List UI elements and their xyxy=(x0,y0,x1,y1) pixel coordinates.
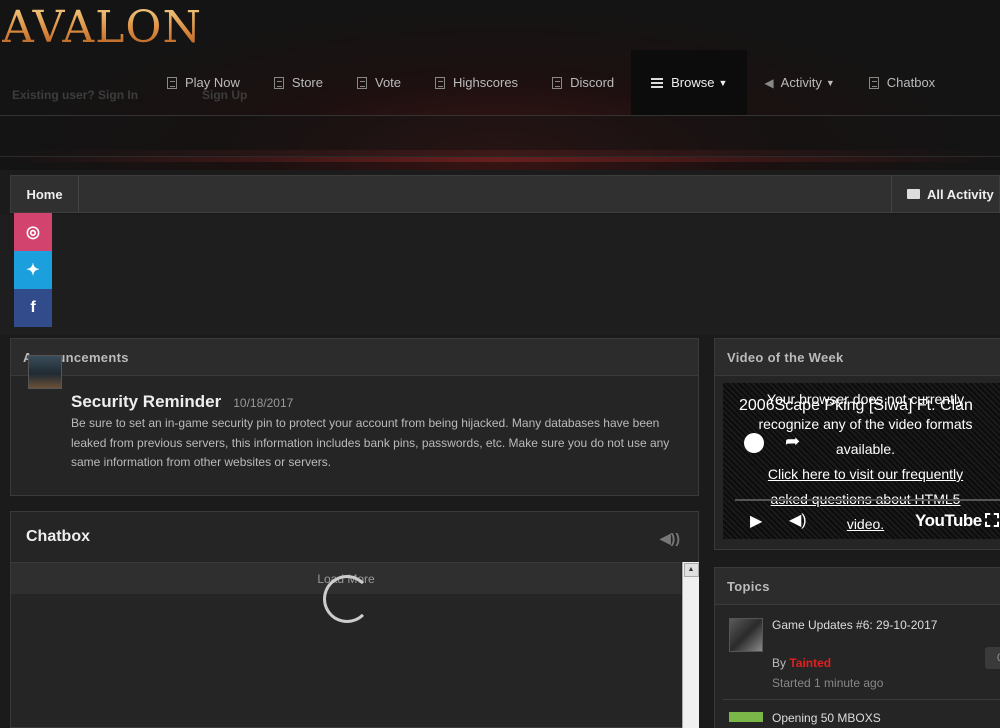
sound-icon[interactable]: ◀)) xyxy=(660,530,680,547)
instagram-icon: ◎ xyxy=(26,224,40,241)
chatbox-panel: Chatbox ◀)) Load More ▲ xyxy=(10,511,699,728)
sign-in-link[interactable]: Existing user? Sign In xyxy=(12,88,138,102)
document-icon xyxy=(435,76,446,89)
chatbox-heading: Chatbox ◀)) xyxy=(11,512,698,562)
panel-heading: Announcements xyxy=(11,339,698,376)
announcement-text: Be sure to set an in-game security pin t… xyxy=(71,416,670,469)
avatar[interactable] xyxy=(729,712,763,722)
nav-vote[interactable]: Vote xyxy=(340,50,418,115)
topic-title[interactable]: Game Updates #6: 29-10-2017 xyxy=(772,615,942,635)
breadcrumb-home[interactable]: Home xyxy=(11,176,79,212)
site-logo[interactable]: AVALON xyxy=(2,2,202,53)
all-activity-link[interactable]: All Activity xyxy=(891,176,1000,212)
topic-title[interactable]: Opening 50 MBOXS xyxy=(772,711,881,725)
caret-down-icon: ▼ xyxy=(718,77,728,88)
list-item: Game Updates #6: 29-10-2017 By Tainted S… xyxy=(723,605,1000,700)
nav-label: Highscores xyxy=(453,75,519,90)
instagram-button[interactable]: ◎ xyxy=(14,213,52,251)
nav-label: Store xyxy=(291,75,323,90)
nav-label: Activity xyxy=(780,75,822,90)
breadcrumb: Home All Activity xyxy=(10,175,1000,213)
topic-author-line: By Tainted xyxy=(772,656,831,670)
nav-activity[interactable]: ◀ Activity ▼ xyxy=(747,50,851,115)
topic-started: Started 1 minute ago xyxy=(772,676,884,690)
video-player[interactable]: 2006Scape Pking [Siwa] Ft. Clan Your bro… xyxy=(723,383,1000,539)
nav-chatbox[interactable]: Chatbox xyxy=(852,50,952,115)
document-icon xyxy=(273,76,284,89)
volume-icon[interactable]: ◀) xyxy=(789,510,807,530)
video-progress-bar[interactable] xyxy=(735,499,1000,501)
nav-label: Play Now xyxy=(185,75,240,90)
topic-author[interactable]: Tainted xyxy=(789,656,831,670)
avatar[interactable] xyxy=(729,618,763,652)
document-icon xyxy=(357,76,367,89)
chat-scrollbar[interactable]: ▲ xyxy=(682,562,699,728)
scroll-up-arrow-icon[interactable]: ▲ xyxy=(683,563,699,577)
document-icon xyxy=(552,76,563,89)
nav-discord[interactable]: Discord xyxy=(535,50,631,115)
announcement-date: 10/18/2017 xyxy=(233,396,294,410)
megaphone-icon: ◀ xyxy=(764,75,774,90)
content-background xyxy=(0,215,1000,335)
twitter-icon: ✦ xyxy=(26,262,40,279)
fullscreen-icon[interactable] xyxy=(985,513,999,527)
video-of-week-panel: Video of the Week 2006Scape Pking [Siwa]… xyxy=(714,338,1000,550)
list-item: Opening 50 MBOXS xyxy=(723,700,1000,725)
chatbox-title: Chatbox xyxy=(26,528,90,545)
announcement-title[interactable]: Security Reminder xyxy=(71,392,221,412)
announcements-panel: Announcements Security Reminder 10/18/201… xyxy=(10,338,699,496)
loading-spinner-icon xyxy=(323,575,371,623)
nav-label: Browse xyxy=(671,75,715,90)
caret-down-icon: ▼ xyxy=(825,77,835,88)
panel-heading: Topics xyxy=(715,568,1000,605)
by-label: By xyxy=(772,656,787,670)
nav-play-now[interactable]: Play Now xyxy=(150,50,257,115)
watch-later-clock-icon[interactable] xyxy=(744,433,764,453)
all-activity-label: All Activity xyxy=(927,186,994,202)
nav-browse[interactable]: Browse ▼ xyxy=(631,50,748,115)
panel-heading: Video of the Week xyxy=(715,339,1000,376)
topics-panel: Topics Game Updates #6: 29-10-2017 By Ta… xyxy=(714,567,1000,728)
nav-highscores[interactable]: Highscores xyxy=(418,50,535,115)
header-strip xyxy=(0,115,1000,157)
facebook-button[interactable]: f xyxy=(14,289,52,327)
play-icon[interactable]: ▶ xyxy=(750,511,762,531)
folder-icon xyxy=(907,189,920,199)
share-arrow-icon[interactable]: ➦ xyxy=(785,431,800,452)
document-icon xyxy=(167,76,177,89)
announcement-body: Security Reminder 10/18/2017 Be sure to s… xyxy=(11,376,698,473)
nav-store[interactable]: Store xyxy=(257,50,340,115)
twitter-button[interactable]: ✦ xyxy=(14,251,52,289)
document-icon xyxy=(868,76,879,89)
youtube-logo[interactable]: YouTube xyxy=(915,511,982,531)
nav-label: Chatbox xyxy=(886,75,936,90)
reply-count-badge: 0 xyxy=(985,647,1000,669)
facebook-icon: f xyxy=(30,299,36,316)
main-nav: Play Now Store Vote Highscores Discord B… xyxy=(150,50,952,115)
nav-label: Vote xyxy=(375,75,402,90)
list-icon xyxy=(651,77,664,88)
nav-label: Discord xyxy=(570,75,615,90)
